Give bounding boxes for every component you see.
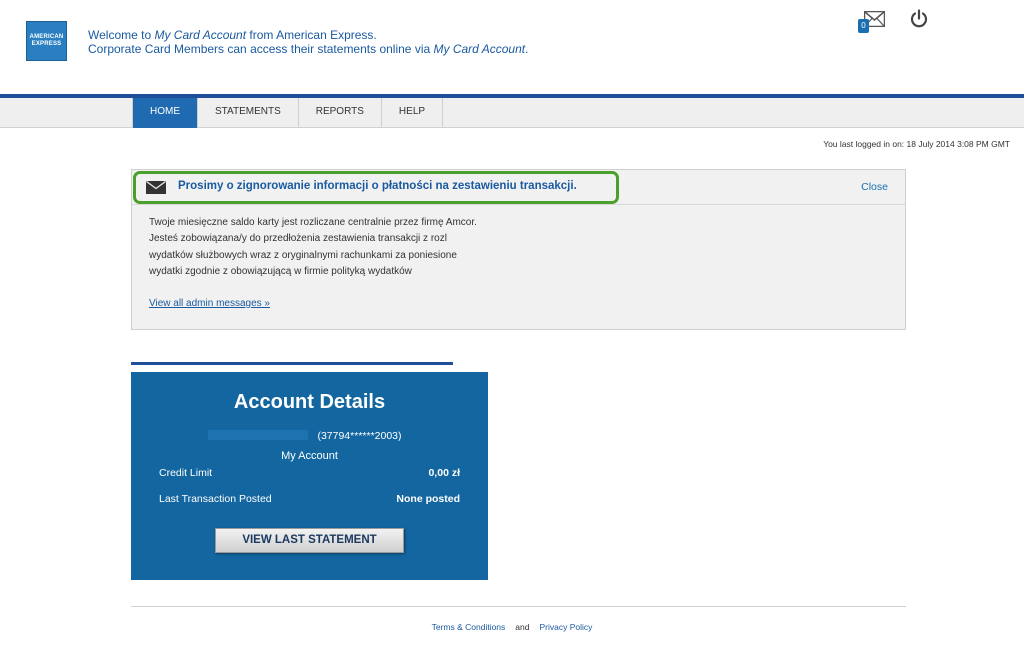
account-details-panel: Account Details (37794******2003) My Acc… [131, 372, 488, 580]
line2-prefix: Corporate Card Members can access their … [88, 42, 434, 56]
credit-limit-value: 0,00 zł [428, 467, 460, 479]
message-body: Twoje miesięczne saldo karty jest rozlic… [149, 215, 477, 281]
welcome-prefix: Welcome to [88, 28, 155, 42]
footer-and: and [515, 622, 530, 632]
line2-emphasis: My Card Account [433, 42, 526, 56]
tab-reports[interactable]: REPORTS [299, 98, 382, 128]
messages-button[interactable]: 0 [858, 11, 888, 35]
envelope-icon [146, 181, 166, 194]
terms-link[interactable]: Terms & Conditions [432, 622, 506, 632]
amex-logo[interactable]: AMERICAN EXPRESS [26, 21, 67, 61]
message-count-badge: 0 [858, 19, 869, 33]
message-header: Prosimy o zignorowanie informacji o płat… [132, 170, 905, 205]
footer: Terms & Conditions and Privacy Policy [0, 622, 1024, 632]
tab-statements[interactable]: STATEMENTS [198, 98, 299, 128]
privacy-link[interactable]: Privacy Policy [539, 622, 592, 632]
logo-text: AMERICAN EXPRESS [29, 34, 64, 47]
account-details-title: Account Details [233, 391, 386, 413]
message-line: Twoje miesięczne saldo karty jest rozlic… [149, 217, 477, 228]
message-line: Jesteś zobowiązana/y do przedłożenia zes… [149, 233, 447, 245]
section-divider [131, 362, 453, 365]
account-number: (37794******2003) [317, 430, 402, 442]
welcome-text: Welcome to My Card Account from American… [88, 28, 528, 56]
footer-divider [131, 606, 906, 607]
message-title[interactable]: Prosimy o zignorowanie informacji o płat… [178, 180, 577, 192]
welcome-suffix: from American Express. [246, 28, 377, 42]
credit-limit-label: Credit Limit [159, 467, 213, 479]
welcome-emphasis: My Card Account [154, 28, 247, 42]
last-transaction-label: Last Transaction Posted [159, 493, 272, 505]
message-line: wydatków służbowych wraz z oryginalnymi … [149, 249, 457, 261]
message-line: wydatki zgodnie z obowiązującą w firmie … [149, 266, 412, 278]
main-nav: HOME STATEMENTS REPORTS HELP [132, 98, 444, 128]
tab-help[interactable]: HELP [382, 98, 444, 128]
admin-message-box: Prosimy o zignorowanie informacji o płat… [131, 169, 906, 330]
line2-suffix: . [525, 42, 529, 56]
last-transaction-value: None posted [396, 493, 460, 505]
account-name: My Account [281, 450, 338, 462]
last-login-text: You last logged in on: 18 July 2014 3:08… [823, 139, 1010, 149]
close-link[interactable]: Close [861, 181, 888, 193]
view-last-statement-button[interactable]: VIEW LAST STATEMENT [215, 528, 404, 553]
tab-home[interactable]: HOME [133, 98, 198, 128]
power-icon[interactable] [909, 9, 929, 29]
welcome-line-1: Welcome to My Card Account from American… [88, 28, 528, 42]
view-all-messages-link[interactable]: View all admin messages » [149, 298, 270, 309]
welcome-line-2: Corporate Card Members can access their … [88, 42, 528, 56]
